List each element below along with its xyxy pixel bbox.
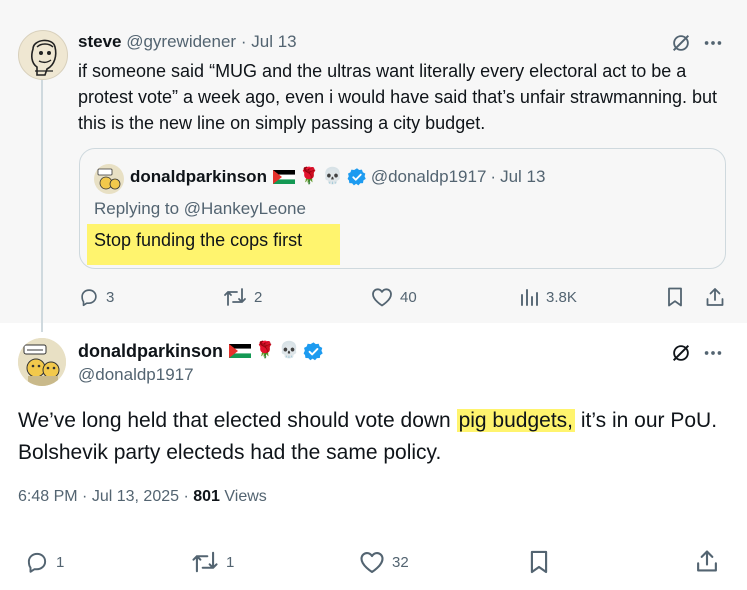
repost-button[interactable]: 2 (222, 286, 262, 308)
avatar-donaldparkinson[interactable] (18, 338, 66, 386)
rose-icon: 🌹 (255, 342, 275, 359)
main-author-name[interactable]: donaldparkinson (78, 339, 223, 363)
skull-icon: 💀 (278, 342, 299, 359)
author-name[interactable]: steve (78, 32, 121, 51)
avatar-donaldparkinson-small (94, 164, 124, 194)
main-tweet-text-part1: We’ve long held that elected should vote… (18, 409, 457, 432)
separator-dot: · (490, 167, 497, 186)
quoted-author-name[interactable]: donaldparkinson (130, 166, 267, 188)
avatar-steve[interactable] (18, 30, 68, 80)
thread-connector-line (41, 80, 43, 332)
bookmark-button[interactable] (664, 286, 686, 308)
tweet-date[interactable]: Jul 13 (251, 32, 296, 51)
share-button[interactable] (704, 286, 726, 308)
avatar-donaldparkinson-drawing (18, 338, 66, 386)
grok-icon[interactable] (668, 340, 694, 366)
quoted-tweet-header: donaldparkinson 🌹 💀 @donaldp1917 · Jul 1… (130, 166, 545, 188)
bookmark-icon (530, 550, 548, 574)
parent-tweet-text: if someone said “MUG and the ultras want… (78, 61, 718, 133)
main-tweet-text: We’ve long held that elected should vote… (18, 405, 728, 469)
author-handle[interactable]: @gyrewidener (126, 32, 236, 51)
quoted-author-handle[interactable]: @donaldp1917 (371, 166, 487, 188)
share-button[interactable] (694, 548, 720, 574)
rose-icon: 🌹 (298, 168, 319, 185)
highlighted-phrase: pig budgets, (456, 409, 576, 432)
view-count: 3.8K (546, 288, 577, 306)
quoted-tweet-date[interactable]: Jul 13 (500, 166, 545, 188)
reply-count: 3 (106, 288, 115, 306)
reply-button[interactable]: 3 (78, 286, 114, 308)
repost-count: 2 (254, 288, 263, 306)
share-icon (697, 550, 717, 572)
quoted-tweet-text: Stop funding the cops first (94, 230, 303, 250)
reply-button[interactable]: 1 (24, 549, 64, 575)
like-icon (360, 551, 384, 573)
bookmark-button[interactable] (526, 549, 552, 575)
reply-icon (81, 289, 97, 307)
grok-icon[interactable] (668, 30, 694, 56)
bookmark-icon (668, 287, 682, 307)
separator-dot: · (183, 488, 189, 505)
reply-icon (27, 552, 47, 573)
repost-count: 1 (226, 553, 235, 571)
views-icon (521, 289, 538, 306)
views-count: 801 (193, 488, 220, 505)
tweet-full-date[interactable]: Jul 13, 2025 (92, 488, 179, 505)
like-button[interactable]: 32 (358, 549, 409, 575)
parent-tweet-header: steve @gyrewidener · Jul 13 (78, 31, 297, 53)
repost-icon (192, 551, 218, 573)
avatar-steve-drawing (31, 39, 57, 76)
quoted-replying-to[interactable]: Replying to @HankeyLeone (94, 199, 306, 219)
more-icon[interactable] (700, 30, 726, 56)
main-tweet-header: donaldparkinson 🌹 💀 (78, 339, 324, 363)
verified-badge-icon (303, 341, 323, 360)
reply-count: 1 (56, 553, 65, 571)
palestine-flag-icon (272, 170, 295, 184)
verified-badge-icon (347, 168, 366, 186)
separator-dot: · (82, 488, 88, 505)
share-icon (706, 288, 724, 306)
skull-icon: 💀 (322, 168, 343, 185)
repost-icon (224, 288, 246, 306)
repost-button[interactable]: 1 (190, 549, 234, 575)
main-author-handle[interactable]: @donaldp1917 (78, 365, 194, 385)
views-label: Views (224, 488, 267, 505)
palestine-flag-icon (229, 344, 252, 358)
separator-dot: · (240, 32, 247, 51)
like-button[interactable]: 40 (370, 286, 417, 308)
main-tweet-meta: 6:48 PM · Jul 13, 2025 · 801 Views (18, 488, 267, 506)
like-count: 40 (400, 288, 417, 306)
tweet-time[interactable]: 6:48 PM (18, 488, 78, 505)
more-icon[interactable] (700, 340, 726, 366)
like-icon (372, 288, 392, 307)
like-count: 32 (392, 553, 409, 571)
views-button[interactable]: 3.8K (518, 286, 577, 308)
